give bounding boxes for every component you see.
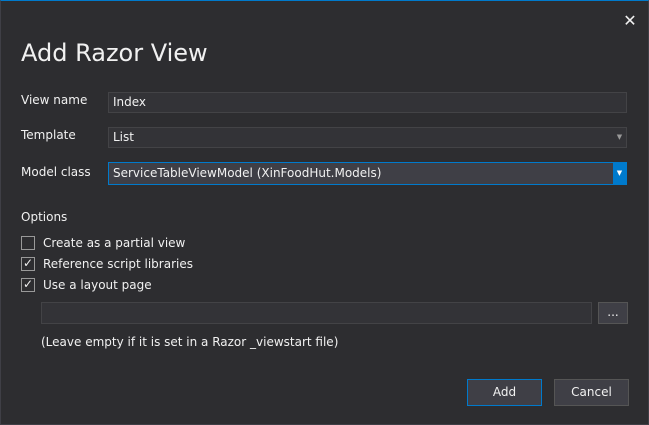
model-class-label: Model class xyxy=(21,165,91,179)
template-dropdown[interactable]: List ▼ xyxy=(108,127,627,148)
chevron-down-icon[interactable]: ▼ xyxy=(613,163,626,184)
partial-view-label: Create as a partial view xyxy=(43,236,186,250)
template-label: Template xyxy=(21,128,76,142)
add-button[interactable]: Add xyxy=(467,379,542,406)
reference-scripts-checkbox[interactable]: ✓ xyxy=(21,256,35,271)
layout-page-option[interactable]: ✓ Use a layout page xyxy=(21,277,152,293)
checkmark-icon: ✓ xyxy=(22,256,34,270)
model-class-value: ServiceTableViewModel (XinFoodHut.Models… xyxy=(113,166,382,180)
layout-page-checkbox[interactable]: ✓ xyxy=(21,277,35,292)
reference-scripts-option[interactable]: ✓ Reference script libraries xyxy=(21,256,193,272)
options-heading: Options xyxy=(21,210,68,224)
reference-scripts-label: Reference script libraries xyxy=(43,257,193,271)
browse-button[interactable]: ... xyxy=(598,302,628,324)
layout-page-label: Use a layout page xyxy=(43,278,152,292)
layout-hint-text: (Leave empty if it is set in a Razor _vi… xyxy=(41,335,339,349)
model-class-dropdown[interactable]: ServiceTableViewModel (XinFoodHut.Models… xyxy=(108,162,627,185)
add-razor-view-dialog: ✕ Add Razor View View name Index Templat… xyxy=(0,0,649,425)
close-icon[interactable]: ✕ xyxy=(620,11,640,31)
partial-view-option[interactable]: Create as a partial view xyxy=(21,235,185,251)
checkmark-icon: ✓ xyxy=(22,277,34,291)
cancel-button[interactable]: Cancel xyxy=(554,379,629,406)
template-value: List xyxy=(113,130,134,144)
chevron-down-icon[interactable]: ▼ xyxy=(613,128,626,147)
partial-view-checkbox[interactable] xyxy=(21,236,35,250)
view-name-label: View name xyxy=(21,93,88,107)
layout-page-path-input[interactable] xyxy=(41,302,592,324)
view-name-input[interactable]: Index xyxy=(108,92,627,113)
dialog-title: Add Razor View xyxy=(21,39,208,67)
view-name-value: Index xyxy=(113,95,147,109)
